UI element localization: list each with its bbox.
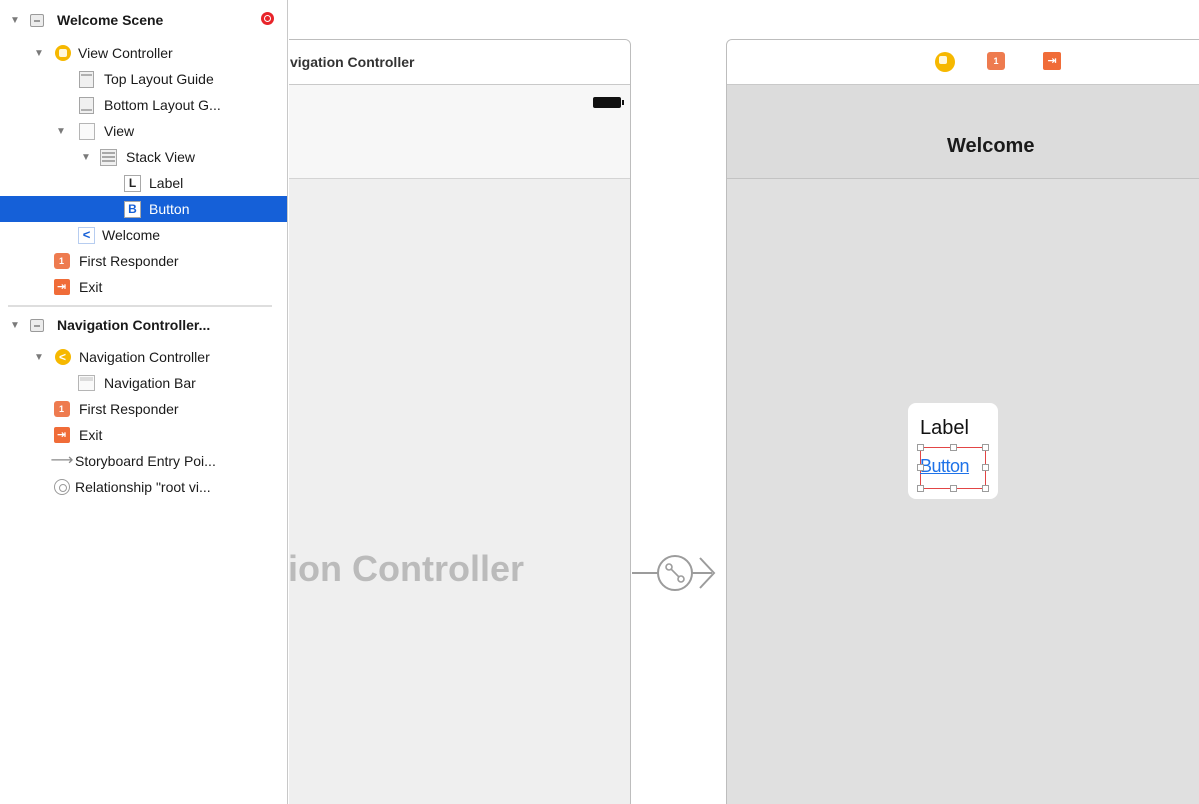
- outline-item-label: Welcome Scene: [57, 12, 164, 28]
- outline-item-view[interactable]: ▼ View: [0, 118, 287, 144]
- outline-item-bottom-layout-guide[interactable]: Bottom Layout G...: [0, 92, 287, 118]
- stack-button-selected[interactable]: Button: [917, 444, 989, 492]
- navigation-bar[interactable]: Welcome: [727, 85, 1199, 179]
- navigation-controller-scene[interactable]: vigation Controller tion Controller: [289, 39, 631, 804]
- outline-item-label: Navigation Bar: [104, 375, 196, 391]
- scene-dock[interactable]: 1 ⇥: [727, 40, 1199, 85]
- outline-item-label: Bottom Layout G...: [104, 97, 221, 113]
- relationship-icon: [53, 479, 70, 496]
- disclosure-triangle-icon[interactable]: ▼: [55, 126, 67, 137]
- exit-icon: ⇥: [53, 279, 70, 296]
- outline-item-relationship[interactable]: Relationship "root vi...: [0, 474, 287, 500]
- navigation-controller-icon: <: [54, 349, 71, 366]
- outline-item-welcome-scene[interactable]: ▼ Welcome Scene: [0, 7, 287, 33]
- outline-item-label: Exit: [79, 279, 103, 295]
- view-controller-icon: [54, 45, 71, 62]
- stack-view[interactable]: Label Button: [908, 403, 998, 499]
- outline-item-view-controller[interactable]: ▼ View Controller: [0, 40, 287, 66]
- first-responder-icon: 1: [53, 253, 70, 270]
- entry-point-arrow-icon: ⟶: [50, 452, 74, 469]
- outline-item-stack-view[interactable]: ▼ Stack View: [0, 144, 287, 170]
- exit-icon[interactable]: ⇥: [1043, 52, 1061, 70]
- scene-dock[interactable]: vigation Controller: [289, 40, 630, 85]
- outline-item-exit[interactable]: ⇥ Exit: [0, 274, 287, 300]
- first-responder-icon[interactable]: 1: [987, 52, 1005, 70]
- stack-view-icon: [100, 148, 117, 166]
- outline-item-label-element[interactable]: L Label: [0, 170, 287, 196]
- view-icon: [78, 122, 95, 140]
- outline-item-label: Exit: [79, 427, 103, 443]
- outline-item-label: Welcome: [102, 227, 161, 243]
- layout-guide-icon: [78, 70, 95, 88]
- resize-handle[interactable]: [917, 464, 924, 471]
- outline-item-label: View: [104, 123, 135, 139]
- outline-item-label: Stack View: [126, 149, 195, 165]
- disclosure-triangle-icon[interactable]: ▼: [9, 15, 21, 26]
- outline-item-label: Navigation Controller: [79, 349, 210, 365]
- navigation-title[interactable]: Welcome: [947, 135, 1034, 158]
- exit-icon: ⇥: [53, 427, 70, 444]
- disclosure-triangle-icon[interactable]: ▼: [33, 48, 45, 59]
- outline-item-first-responder[interactable]: 1 First Responder: [0, 248, 287, 274]
- button-icon: B: [124, 200, 141, 218]
- scene-title: vigation Controller: [290, 54, 415, 70]
- scene-icon: [28, 317, 45, 334]
- outline-item-button[interactable]: B Button: [0, 196, 287, 222]
- outline-item-top-layout-guide[interactable]: Top Layout Guide: [0, 66, 287, 92]
- outline-item-navigation-controller-scene[interactable]: ▼ Navigation Controller...: [0, 312, 287, 338]
- scene-icon: [28, 12, 45, 29]
- disclosure-triangle-icon[interactable]: ▼: [80, 152, 92, 163]
- outline-item-label: Navigation Controller...: [57, 317, 211, 333]
- resize-handle[interactable]: [982, 464, 989, 471]
- resize-handle[interactable]: [982, 444, 989, 451]
- outline-item-navigation-bar[interactable]: Navigation Bar: [0, 370, 287, 396]
- outline-item-navigation-controller[interactable]: ▼ < Navigation Controller: [0, 344, 287, 370]
- disclosure-triangle-icon[interactable]: ▼: [33, 352, 45, 363]
- resize-handle[interactable]: [917, 485, 924, 492]
- outline-item-first-responder[interactable]: 1 First Responder: [0, 396, 287, 422]
- scene-placeholder-text: tion Controller: [289, 548, 524, 589]
- outline-item-label: Top Layout Guide: [104, 71, 214, 87]
- first-responder-icon: 1: [53, 401, 70, 418]
- outline-item-label: First Responder: [79, 401, 179, 417]
- outline-item-label: First Responder: [79, 253, 179, 269]
- disclosure-triangle-icon[interactable]: ▼: [9, 320, 21, 331]
- stack-label[interactable]: Label: [920, 417, 969, 440]
- outline-item-label: View Controller: [78, 45, 173, 61]
- outline-item-exit[interactable]: ⇥ Exit: [0, 422, 287, 448]
- view-controller-icon[interactable]: [935, 52, 955, 72]
- resize-handle[interactable]: [982, 485, 989, 492]
- resize-handle[interactable]: [950, 485, 957, 492]
- label-icon: L: [124, 174, 141, 192]
- resize-handle[interactable]: [917, 444, 924, 451]
- navigation-item-icon: <: [78, 226, 95, 244]
- outline-item-storyboard-entry-point[interactable]: ⟶ Storyboard Entry Poi...: [0, 448, 287, 474]
- outline-item-welcome-navigation-item[interactable]: < Welcome: [0, 222, 287, 248]
- battery-icon: [593, 97, 624, 108]
- warning-indicator-icon[interactable]: [261, 12, 274, 25]
- resize-handle[interactable]: [950, 444, 957, 451]
- relationship-segue-icon[interactable]: [632, 545, 728, 601]
- layout-guide-icon: [78, 96, 95, 114]
- storyboard-canvas[interactable]: vigation Controller tion Controller 1 ⇥ …: [289, 0, 1199, 804]
- section-divider: [8, 305, 272, 307]
- outline-item-label: Storyboard Entry Poi...: [75, 453, 216, 469]
- document-outline: ▼ Welcome Scene ▼ View Controller Top La…: [0, 0, 288, 804]
- outline-item-label: Label: [149, 175, 184, 191]
- navigation-bar[interactable]: [289, 85, 630, 179]
- stack-button-title: Button: [920, 456, 970, 476]
- navigation-bar-icon: [78, 375, 95, 392]
- welcome-scene[interactable]: 1 ⇥ Welcome Label Button: [726, 39, 1199, 804]
- outline-item-label: Button: [149, 201, 190, 217]
- outline-item-label: Relationship "root vi...: [75, 479, 211, 495]
